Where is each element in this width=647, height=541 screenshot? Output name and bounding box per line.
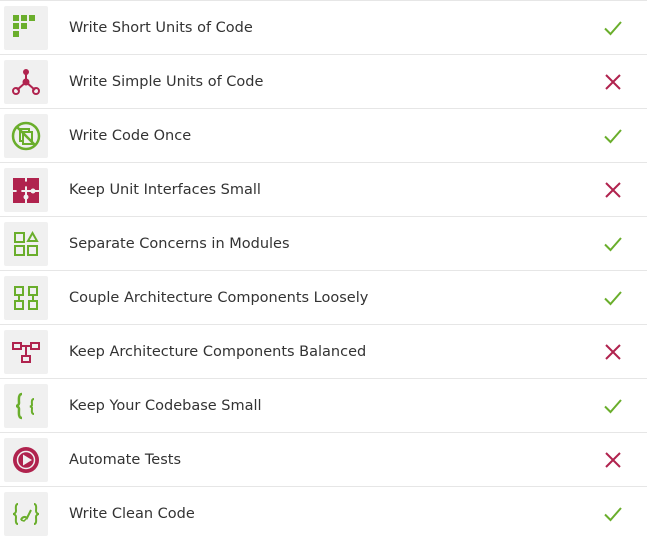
cross-icon: [601, 178, 625, 202]
codebase-small-icon: [4, 384, 48, 428]
list-item: Write Simple Units of Code: [0, 54, 647, 109]
separate-concerns-icon: [4, 222, 48, 266]
list-item: Automate Tests: [0, 432, 647, 487]
list-item: Keep Architecture Components Balanced: [0, 324, 647, 379]
item-label: Automate Tests: [69, 452, 181, 468]
check-icon: [601, 16, 625, 40]
code-once-icon: [4, 114, 48, 158]
list-item: Keep Unit Interfaces Small: [0, 162, 647, 217]
item-label: Write Clean Code: [69, 506, 195, 522]
item-label: Write Simple Units of Code: [69, 74, 264, 90]
check-icon: [601, 286, 625, 310]
item-label: Keep Architecture Components Balanced: [69, 344, 367, 360]
list-item: Keep Your Codebase Small: [0, 378, 647, 433]
couple-components-icon: [4, 276, 48, 320]
list-item: Write Code Once: [0, 108, 647, 163]
check-icon: [601, 394, 625, 418]
cross-icon: [601, 70, 625, 94]
item-label: Write Code Once: [69, 128, 192, 144]
balanced-components-icon: [4, 330, 48, 374]
unit-interfaces-icon: [4, 168, 48, 212]
item-label: Write Short Units of Code: [69, 20, 253, 36]
item-label: Couple Architecture Components Loosely: [69, 290, 369, 306]
guidelines-list: Write Short Units of Code Write Simple U…: [0, 0, 647, 540]
simple-units-icon: [4, 60, 48, 104]
short-units-icon: [4, 6, 48, 50]
automate-tests-icon: [4, 438, 48, 482]
list-item: Separate Concerns in Modules: [0, 216, 647, 271]
check-icon: [601, 232, 625, 256]
list-item: Write Short Units of Code: [0, 0, 647, 55]
item-label: Keep Unit Interfaces Small: [69, 182, 261, 198]
clean-code-icon: [4, 492, 48, 536]
check-icon: [601, 502, 625, 526]
item-label: Separate Concerns in Modules: [69, 236, 290, 252]
cross-icon: [601, 340, 625, 364]
list-item: Couple Architecture Components Loosely: [0, 270, 647, 325]
list-item: Write Clean Code: [0, 486, 647, 541]
check-icon: [601, 124, 625, 148]
item-label: Keep Your Codebase Small: [69, 398, 262, 414]
cross-icon: [601, 448, 625, 472]
